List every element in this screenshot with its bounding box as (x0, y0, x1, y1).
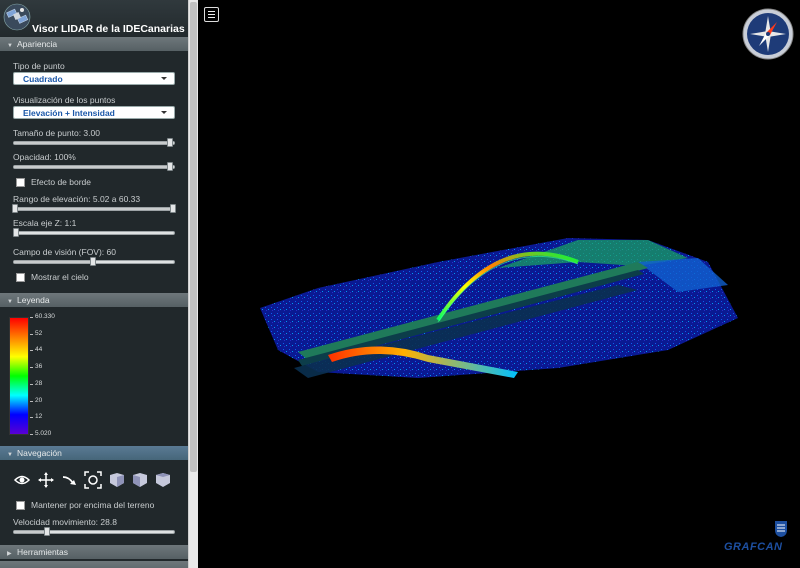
legend-tick-label: 20 (35, 396, 43, 404)
section-title: Leyenda (17, 295, 50, 305)
point-cloud-viewer[interactable]: GRAFCAN (198, 0, 800, 568)
view-top-icon[interactable] (154, 471, 172, 489)
slider-fill (14, 142, 168, 144)
slider-fill (14, 261, 91, 263)
show-sky-checkbox[interactable] (16, 273, 25, 283)
lidar-point-cloud[interactable] (198, 0, 800, 568)
point-type-value: Cuadrado (23, 74, 63, 84)
section-next-header[interactable] (0, 561, 188, 568)
chevron-down-icon (161, 77, 167, 80)
slider-fill (14, 531, 45, 533)
edge-effect-label: Efecto de borde (31, 177, 92, 187)
satellite-logo-icon (3, 3, 31, 31)
keep-above-terrain-checkbox[interactable] (16, 501, 25, 511)
z-scale-slider[interactable] (13, 228, 175, 237)
show-sky-option[interactable]: Mostrar el cielo (16, 272, 89, 283)
fov-label: Campo de visión (FOV): 60 (13, 247, 116, 257)
slider-fill (14, 208, 174, 210)
fov-slider[interactable] (13, 257, 175, 266)
range-high-handle[interactable] (170, 204, 176, 213)
legend-tick-mark (30, 317, 33, 318)
section-herramientas-header[interactable]: ▶ Herramientas (0, 545, 188, 559)
section-leyenda-header[interactable]: ▼ Leyenda (0, 293, 188, 307)
slider-handle[interactable] (167, 162, 173, 171)
slider-handle[interactable] (167, 138, 173, 147)
speed-slider[interactable] (13, 527, 175, 536)
visualization-select[interactable]: Elevación + Intensidad (13, 106, 175, 119)
hamburger-line (208, 14, 215, 15)
collapse-arrow-icon: ▼ (7, 299, 13, 305)
visualization-value: Elevación + Intensidad (23, 108, 115, 118)
hamburger-line (208, 17, 215, 18)
eye-orbit-icon[interactable] (13, 471, 31, 489)
slider-handle[interactable] (13, 228, 19, 237)
scrollbar-thumb[interactable] (190, 2, 197, 472)
slider-fill (14, 166, 168, 168)
legend-tick-label: 28 (35, 379, 43, 387)
legend-tick-mark (30, 417, 33, 419)
slider-handle[interactable] (90, 257, 96, 266)
legend-tick-label: 52 (35, 329, 43, 337)
legend-tick-mark (30, 434, 33, 435)
legend-tick-label: 44 (35, 346, 43, 354)
legend-tick-mark (30, 333, 33, 335)
chevron-down-icon (161, 111, 167, 114)
speed-label: Velocidad movimiento: 28.8 (13, 517, 117, 527)
point-size-label: Tamaño de punto: 3.00 (13, 128, 100, 138)
section-title: Apariencia (17, 39, 58, 49)
legend-tick-label: 5.020 (35, 430, 52, 437)
point-size-slider[interactable] (13, 138, 175, 147)
elevation-color-ramp (9, 317, 29, 435)
legend-tick-mark (30, 383, 33, 385)
zoom-extent-icon[interactable] (84, 471, 102, 489)
legend-tick-label: 60.330 (35, 313, 55, 320)
elevation-range-label: Rango de elevación: 5.02 a 60.33 (13, 194, 141, 204)
view-side-icon[interactable] (131, 471, 149, 489)
app-header: Visor LIDAR de la IDECanarias (0, 0, 188, 36)
elevation-range-slider[interactable] (12, 204, 176, 213)
legend-tick-label: 12 (35, 413, 43, 421)
fly-icon[interactable] (61, 471, 79, 489)
compass-icon[interactable] (742, 8, 794, 60)
keep-above-terrain-option[interactable]: Mantener por encima del terreno (16, 500, 155, 511)
opacity-label: Opacidad: 100% (13, 152, 76, 162)
visualization-label: Visualización de los puntos (13, 95, 116, 105)
expand-arrow-icon: ▶ (7, 551, 12, 557)
menu-button[interactable] (204, 7, 219, 22)
z-scale-label: Escala eje Z: 1:1 (13, 218, 77, 228)
sidebar-scrollbar[interactable] (188, 0, 198, 568)
point-type-select[interactable]: Cuadrado (13, 72, 175, 85)
range-low-handle[interactable] (12, 204, 18, 213)
pan-icon[interactable] (37, 471, 55, 489)
grafcan-shield-icon (775, 521, 787, 537)
show-sky-label: Mostrar el cielo (31, 272, 89, 282)
slider-handle[interactable] (44, 527, 50, 536)
hamburger-line (208, 11, 215, 12)
section-navegacion-header[interactable]: ▼ Navegación (0, 446, 188, 460)
section-apariencia-header[interactable]: ▼ Apariencia (0, 37, 188, 51)
legend-tick-label: 36 (35, 363, 43, 371)
view-front-icon[interactable] (108, 471, 126, 489)
grafcan-logo: GRAFCAN (724, 520, 792, 556)
grafcan-logo-text: GRAFCAN (724, 541, 783, 553)
legend-tick-mark (30, 367, 33, 369)
point-type-label: Tipo de punto (13, 61, 65, 71)
opacity-slider[interactable] (13, 162, 175, 171)
collapse-arrow-icon: ▼ (7, 43, 13, 49)
app-title: Visor LIDAR de la IDECanarias (32, 23, 185, 35)
edge-effect-checkbox[interactable] (16, 178, 25, 188)
legend-tick-mark (30, 400, 33, 402)
legend-tick-mark (30, 350, 33, 352)
section-title: Navegación (17, 448, 62, 458)
keep-above-terrain-label: Mantener por encima del terreno (31, 500, 155, 510)
sidebar: Visor LIDAR de la IDECanarias ▼ Aparienci… (0, 0, 188, 568)
collapse-arrow-icon: ▼ (7, 452, 13, 458)
edge-effect-option[interactable]: Efecto de borde (16, 177, 92, 188)
section-title: Herramientas (17, 547, 69, 557)
